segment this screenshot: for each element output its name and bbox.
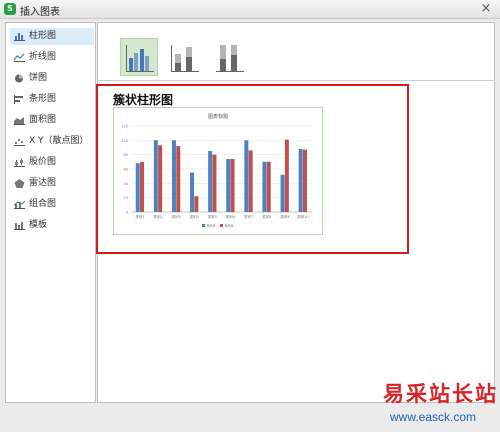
sidebar-item-label: 组合图 (29, 199, 57, 209)
pie-chart-icon (15, 74, 23, 83)
chart-type-sidebar: 柱形图 折线图 饼图 条形图 面积图 X Y（散点图） 股价图 雷达图 组合图 … (5, 22, 96, 403)
sidebar-item-label: X Y（散点图） (29, 136, 89, 146)
template-icon (14, 222, 25, 230)
sidebar-item-label: 条形图 (29, 94, 57, 104)
separator (97, 80, 495, 81)
sidebar-item-pie[interactable]: 饼图 (10, 70, 94, 87)
x-tick-label: 类别1 (135, 214, 144, 219)
x-tick-label: 类别2 (154, 214, 163, 219)
legend-label: 系列1 (207, 223, 216, 228)
sidebar-item-bar[interactable]: 条形图 (10, 91, 94, 108)
bar-2-6 (230, 158, 235, 212)
chart-title: 图表标题 (208, 113, 228, 120)
x-tick-label: 类别3 (172, 214, 181, 219)
legend-label: 系列2 (225, 223, 234, 228)
bar-chart-icon (14, 95, 23, 104)
column-chart-icon (14, 33, 25, 41)
bar-1-5 (208, 151, 213, 212)
chart-canvas: 图表标题 类别1 类别2 类别3 类别4 类别5 类别6 类别7 类别8 类别9 类别10 0 20… (121, 113, 312, 228)
y-tick-label: 20 (124, 196, 128, 200)
watermark-text: 易采站长站 (383, 382, 498, 406)
bar-2-1 (140, 161, 145, 212)
bar-2-4 (194, 196, 199, 212)
y-tick-label: 100 (121, 139, 128, 143)
x-tick-label: 类别6 (226, 214, 235, 219)
stock-chart-icon (14, 159, 25, 167)
bar-1-9 (280, 174, 285, 212)
sidebar-item-label: 模板 (29, 220, 48, 230)
chart-preview[interactable]: 图表标题 类别1 类别2 类别3 类别4 类别5 类别6 类别7 类别8 类别9 类别10 0 20… (113, 107, 323, 235)
y-tick-label: 60 (124, 168, 128, 172)
bar-1-2 (153, 140, 158, 212)
line-chart-icon (14, 53, 25, 62)
sidebar-item-stock[interactable]: 股价图 (10, 154, 94, 171)
x-tick-label: 类别10 (297, 214, 308, 219)
bar-1-8 (262, 161, 267, 212)
x-tick-label: 类别9 (280, 214, 289, 219)
y-tick-label: 40 (124, 182, 128, 186)
sidebar-item-combo[interactable]: 组合图 (10, 196, 94, 213)
sidebar-item-template[interactable]: 模板 (10, 217, 94, 234)
bar-1-7 (244, 140, 249, 212)
bar-1-4 (190, 172, 195, 212)
sidebar-item-line[interactable]: 折线图 (10, 49, 94, 66)
bar-1-3 (171, 140, 176, 212)
sidebar-item-label: 面积图 (29, 115, 57, 125)
sidebar-item-scatter[interactable]: X Y（散点图） (10, 133, 94, 150)
stacked-column-icon (171, 45, 199, 72)
sidebar-item-label: 柱形图 (29, 31, 57, 41)
legend-swatch (202, 224, 205, 227)
sidebar-item-label: 饼图 (29, 73, 48, 83)
bar-2-7 (248, 150, 253, 212)
x-tick-label: 类别8 (262, 214, 271, 219)
window-title: 插入图表 (20, 7, 60, 18)
x-tick-label: 类别7 (244, 214, 253, 219)
y-tick-label: 0 (126, 211, 128, 215)
bar-2-3 (176, 146, 181, 212)
x-tick-label: 类别5 (208, 214, 217, 219)
subtype-percent-stacked-column-button[interactable] (210, 38, 248, 76)
bar-2-8 (266, 161, 271, 212)
bar-2-5 (212, 154, 217, 212)
bar-1-1 (135, 163, 140, 212)
bar-1-10 (298, 148, 303, 212)
x-tick-label: 类别4 (190, 214, 200, 219)
sidebar-item-column[interactable]: 柱形图 (10, 28, 94, 45)
percent-stacked-column-icon (216, 45, 244, 72)
sidebar-item-label: 股价图 (29, 157, 57, 167)
combo-chart-icon (14, 200, 25, 209)
bar-2-9 (284, 139, 289, 212)
sidebar-item-label: 雷达图 (29, 178, 57, 188)
bar-2-2 (158, 145, 163, 212)
title-bar: S 插入图表 × (0, 0, 500, 19)
sidebar-item-area[interactable]: 面积图 (10, 112, 94, 129)
close-button[interactable]: × (478, 0, 494, 18)
sidebar-item-label: 折线图 (29, 52, 57, 62)
bar-2-10 (302, 149, 307, 212)
radar-chart-icon (14, 179, 25, 188)
subtype-stacked-column-button[interactable] (165, 38, 203, 76)
app-icon: S (4, 3, 16, 15)
y-tick-label: 80 (124, 153, 128, 157)
area-chart-icon (14, 117, 25, 125)
subtype-clustered-column-button[interactable] (120, 38, 158, 76)
sidebar-item-radar[interactable]: 雷达图 (10, 175, 94, 192)
scatter-chart-icon (14, 139, 25, 146)
legend-swatch (220, 224, 223, 227)
y-tick-label: 120 (121, 125, 128, 129)
preview-title: 簇状柱形图 (113, 93, 174, 107)
clustered-column-icon (126, 45, 154, 72)
bar-1-6 (226, 158, 231, 212)
watermark-url: www.easck.com (390, 410, 477, 424)
